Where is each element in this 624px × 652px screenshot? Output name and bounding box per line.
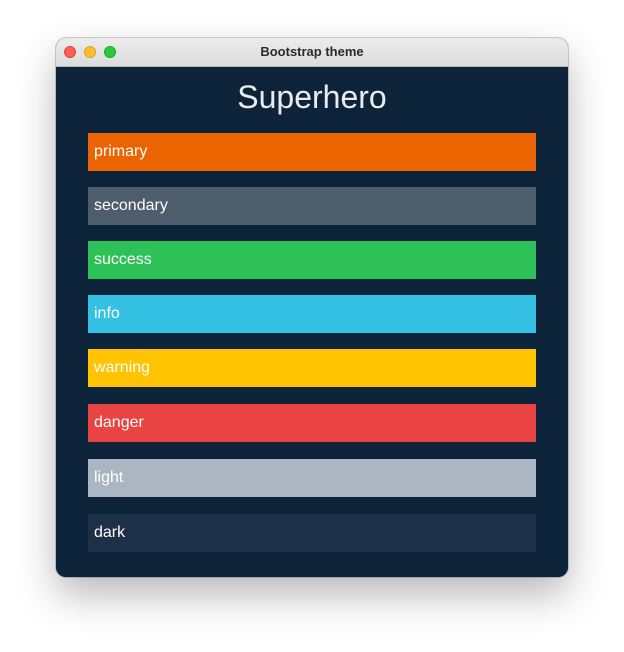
swatch-danger: danger (88, 404, 536, 442)
swatch-dark: dark (88, 514, 536, 552)
title-bar[interactable]: Bootstrap theme (56, 38, 568, 67)
swatch-primary: primary (88, 133, 536, 171)
window-title: Bootstrap theme (260, 44, 364, 59)
swatch-secondary: secondary (88, 187, 536, 225)
swatch-success: success (88, 241, 536, 279)
swatch-light: light (88, 459, 536, 497)
swatch-info: info (88, 295, 536, 333)
app-window: Bootstrap theme Superhero primary second… (56, 38, 568, 577)
swatch-warning: warning (88, 349, 536, 387)
theme-preview: Superhero primary secondary success info… (56, 67, 568, 577)
theme-name-heading: Superhero (237, 79, 387, 115)
